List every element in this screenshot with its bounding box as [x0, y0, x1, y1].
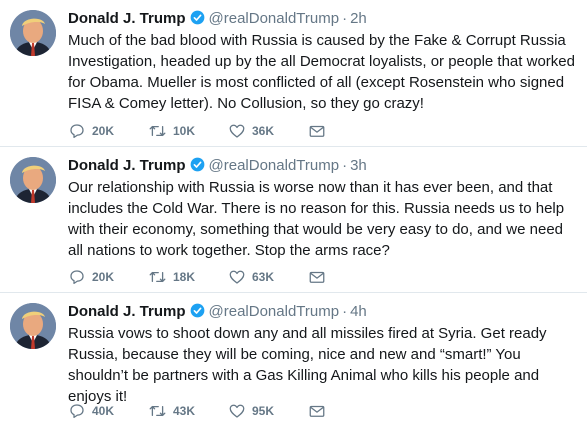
verified-badge-icon	[190, 157, 205, 179]
user-handle[interactable]: @realDonaldTrump	[209, 303, 340, 320]
like-button[interactable]: 95K	[228, 402, 308, 420]
retweet-icon	[149, 125, 166, 137]
separator-dot: ·	[342, 303, 348, 320]
direct-message-button[interactable]	[308, 402, 388, 420]
display-name[interactable]: Donald J. Trump	[68, 10, 186, 27]
tweet[interactable]: Donald J. Trump @realDonaldTrump · 4h Russi…	[0, 293, 587, 427]
tweet-text: Our relationship with Russia is worse no…	[68, 179, 565, 259]
timestamp[interactable]: 2h	[350, 10, 367, 27]
tweet-actions: 40K 43K 95K	[68, 401, 388, 421]
separator-dot: ·	[342, 157, 348, 174]
reply-count: 20K	[92, 270, 115, 284]
avatar[interactable]	[10, 157, 56, 203]
retweet-count: 18K	[173, 270, 196, 284]
reply-count: 40K	[92, 404, 115, 418]
verified-badge-icon	[190, 303, 205, 325]
timestamp[interactable]: 3h	[350, 157, 367, 174]
reply-icon	[70, 270, 84, 285]
avatar-image	[10, 303, 56, 349]
like-count: 95K	[252, 404, 275, 418]
direct-message-icon	[309, 125, 325, 137]
tweet-actions: 20K 10K 36K	[68, 121, 388, 141]
like-icon	[229, 270, 245, 284]
tweet-header: Donald J. Trump @realDonaldTrump · 3h	[68, 155, 577, 177]
reply-icon	[70, 124, 84, 139]
tweet-text: Russia vows to shoot down any and all mi…	[68, 325, 547, 405]
reply-button[interactable]: 20K	[68, 122, 148, 140]
avatar-image	[10, 157, 56, 203]
direct-message-button[interactable]	[308, 122, 388, 140]
like-count: 63K	[252, 270, 275, 284]
like-icon	[229, 124, 245, 138]
like-button[interactable]: 63K	[228, 268, 308, 286]
like-count: 36K	[252, 124, 275, 138]
retweet-count: 10K	[173, 124, 196, 138]
tweet-header: Donald J. Trump @realDonaldTrump · 2h	[68, 8, 577, 30]
user-handle[interactable]: @realDonaldTrump	[209, 157, 340, 174]
avatar[interactable]	[10, 303, 56, 349]
user-handle[interactable]: @realDonaldTrump	[209, 10, 340, 27]
retweet-icon	[149, 405, 166, 417]
retweet-icon	[149, 271, 166, 283]
like-button[interactable]: 36K	[228, 122, 308, 140]
separator-dot: ·	[342, 10, 348, 27]
tweet-feed: Donald J. Trump @realDonaldTrump · 2h Much …	[0, 0, 587, 427]
retweet-button[interactable]: 10K	[148, 122, 228, 140]
direct-message-icon	[309, 271, 325, 283]
reply-icon	[70, 404, 84, 419]
direct-message-icon	[309, 405, 325, 417]
verified-badge-icon	[190, 10, 205, 32]
tweet-text: Much of the bad blood with Russia is cau…	[68, 32, 575, 112]
timestamp[interactable]: 4h	[350, 303, 367, 320]
like-icon	[229, 404, 245, 418]
display-name[interactable]: Donald J. Trump	[68, 303, 186, 320]
reply-count: 20K	[92, 124, 115, 138]
direct-message-button[interactable]	[308, 268, 388, 286]
retweet-count: 43K	[173, 404, 196, 418]
tweet-actions: 20K 18K 63K	[68, 267, 388, 287]
avatar[interactable]	[10, 10, 56, 56]
reply-button[interactable]: 40K	[68, 402, 148, 420]
tweet[interactable]: Donald J. Trump @realDonaldTrump · 3h Our r…	[0, 147, 587, 293]
retweet-button[interactable]: 43K	[148, 402, 228, 420]
display-name[interactable]: Donald J. Trump	[68, 157, 186, 174]
reply-button[interactable]: 20K	[68, 268, 148, 286]
avatar-image	[10, 10, 56, 56]
retweet-button[interactable]: 18K	[148, 268, 228, 286]
tweet-header: Donald J. Trump @realDonaldTrump · 4h	[68, 301, 577, 323]
tweet[interactable]: Donald J. Trump @realDonaldTrump · 2h Much …	[0, 0, 587, 147]
